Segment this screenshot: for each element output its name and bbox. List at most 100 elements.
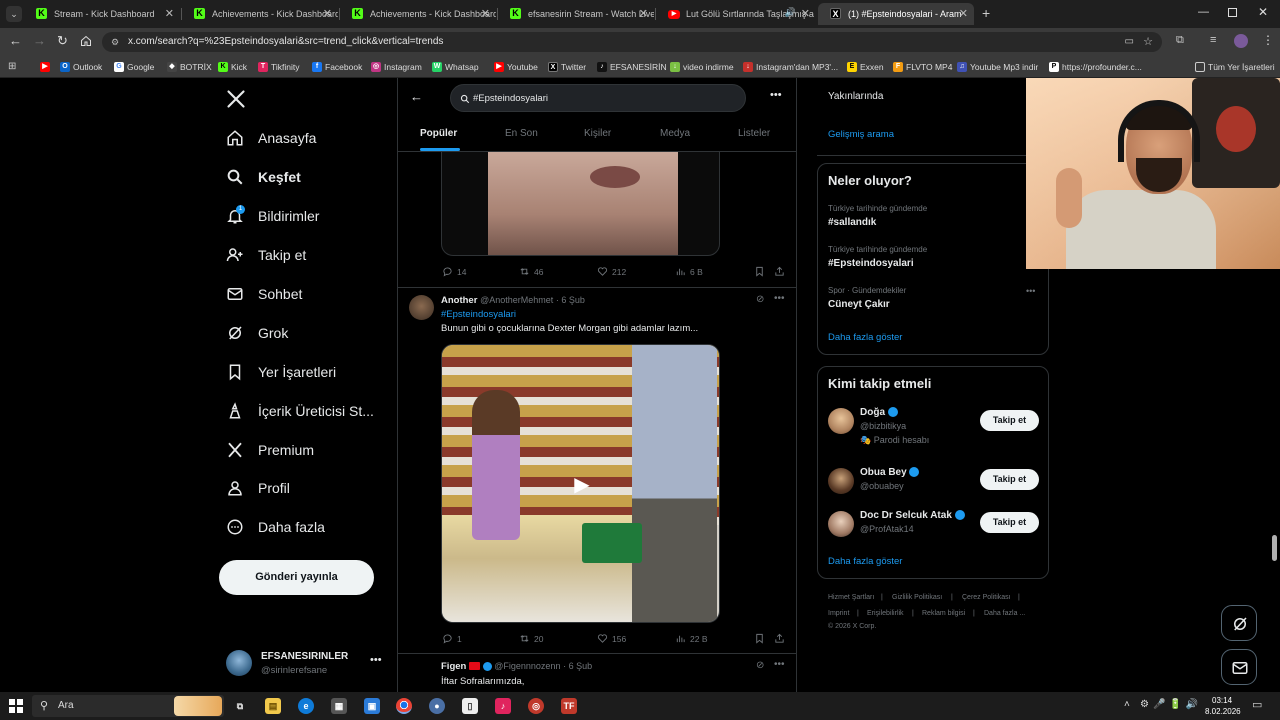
grok-icon[interactable]: ⊘	[756, 660, 764, 671]
footer-link[interactable]: Daha fazla ...	[984, 610, 1025, 617]
trend-item[interactable]: Türkiye tarihinde gündemde #Epsteindosya…	[818, 241, 1050, 277]
clock-time[interactable]: 03:14	[1212, 696, 1232, 705]
close-icon[interactable]: ✕	[323, 7, 332, 20]
bookmark-item[interactable]: K Kick	[218, 60, 247, 74]
home-browser-icon[interactable]	[80, 34, 92, 46]
follow-suggestion[interactable]: Obua Bey @obuabey Takip et	[818, 463, 1050, 503]
footer-link[interactable]: Reklam bilgisi	[922, 610, 965, 617]
follow-button[interactable]: Takip et	[980, 512, 1039, 533]
address-bar[interactable]: ⚙ x.com/search?q=%23Epsteindosyalari&src…	[102, 32, 1162, 52]
close-icon[interactable]: ✕	[165, 7, 174, 20]
show-more-trends[interactable]: Daha fazla göster	[828, 332, 902, 343]
footer-link[interactable]: Çerez Politikası	[962, 594, 1011, 601]
grok-float-button[interactable]	[1221, 605, 1257, 641]
bookmark-item[interactable]: ♫ Youtube Mp3 indir	[957, 60, 1038, 74]
follow-suggestion[interactable]: Doc Dr Selcuk Atak @ProfAtak14 Takip et	[818, 507, 1050, 547]
search-input[interactable]: #Epsteindosyalari	[450, 84, 746, 112]
messages-float-button[interactable]	[1221, 649, 1257, 685]
profile-avatar[interactable]	[1234, 34, 1248, 48]
author-handle[interactable]: @Figennnozenn	[494, 661, 560, 671]
minimize-icon[interactable]: —	[1198, 6, 1209, 18]
tab-list-icon[interactable]: ≡	[1210, 34, 1216, 46]
bookmark-item[interactable]: E Exxen	[847, 60, 884, 74]
nav-creator-studio[interactable]: İçerik Üreticisi St...	[226, 396, 374, 426]
footer-link[interactable]: Hizmet Şartları	[828, 594, 874, 601]
author-handle[interactable]: @AnotherMehmet	[480, 295, 553, 305]
views-button[interactable]: 22 B	[675, 633, 708, 644]
app-icon[interactable]: ●	[429, 698, 445, 714]
reload-icon[interactable]: ↻	[57, 33, 68, 49]
apps-icon[interactable]: ⊞	[8, 61, 16, 72]
cast-icon[interactable]: ▭	[1125, 32, 1134, 52]
edge-icon[interactable]: e	[298, 698, 314, 714]
bookmark-item[interactable]: F FLVTO MP4	[893, 60, 952, 74]
tiktok-icon[interactable]: ♪	[495, 698, 511, 714]
tikfinity-icon[interactable]: TF	[561, 698, 577, 714]
like-button[interactable]: 212	[597, 266, 626, 277]
location-filter-partial[interactable]: Yakınlarında	[828, 91, 883, 102]
tray-chevron-icon[interactable]: ˄	[1124, 699, 1130, 710]
notifications-icon[interactable]: ▭	[1252, 698, 1262, 711]
author-name[interactable]: Figen	[441, 661, 466, 672]
clock-date[interactable]: 8.02.2026	[1205, 707, 1241, 716]
hashtag-link[interactable]: #Epsteindosyalari	[441, 309, 516, 320]
bookmark-item[interactable]: ◆ BOTRİX	[167, 60, 212, 74]
tray-icons[interactable]: ⚙🎤🔋🔊	[1140, 699, 1202, 710]
back-icon[interactable]: ←	[410, 89, 423, 104]
retweet-button[interactable]: 46	[519, 266, 543, 277]
close-window-icon[interactable]: ✕	[1258, 5, 1268, 19]
close-icon[interactable]: ✕	[801, 7, 810, 20]
app-icon[interactable]: ◎	[528, 698, 544, 714]
tweet[interactable]: Figen @Figennnozenn · 6 Şub ⊘ ••• İftar …	[398, 654, 796, 692]
more-icon[interactable]: •••	[1026, 286, 1035, 296]
browser-tab[interactable]: K Achievements - Kick Dashboard ✕	[182, 3, 338, 25]
windows-start-icon[interactable]	[9, 699, 23, 713]
more-icon[interactable]: •••	[770, 89, 782, 101]
reply-button[interactable]: 1	[442, 633, 462, 644]
star-icon[interactable]: ☆	[1143, 32, 1153, 52]
nav-home[interactable]: Anasayfa	[226, 123, 316, 153]
grok-icon[interactable]: ⊘	[756, 294, 764, 305]
nav-profile[interactable]: Profil	[226, 473, 290, 503]
browser-tab[interactable]: K Stream - Kick Dashboard ✕	[24, 3, 180, 25]
tab-lists[interactable]: Listeler	[738, 128, 770, 139]
author-name[interactable]: Another	[441, 295, 477, 306]
browser-tab[interactable]: K efsanesirin Stream - Watch Live ✕	[498, 3, 654, 25]
all-bookmarks[interactable]: Tüm Yer İşaretleri	[1195, 60, 1275, 74]
x-logo-icon[interactable]	[226, 89, 246, 109]
extensions-icon[interactable]: ⧉	[1176, 34, 1184, 47]
nav-more[interactable]: Daha fazla	[226, 512, 325, 542]
back-icon[interactable]: ←	[9, 33, 22, 48]
bookmark-item[interactable]: ♪ EFSANESİRİN	[597, 60, 667, 74]
bookmark-item[interactable]: O Outlook	[60, 60, 102, 74]
site-info-icon[interactable]: ⚙	[111, 32, 119, 52]
app-icon[interactable]: ▣	[364, 698, 380, 714]
advanced-search-link[interactable]: Gelişmiş arama	[828, 129, 894, 140]
bookmark-item[interactable]: ↓ Instagram'dan MP3'...	[743, 60, 838, 74]
more-icon[interactable]: •••	[370, 654, 382, 666]
footer-link[interactable]: Erişilebilirlik	[867, 610, 904, 617]
tweet-video[interactable]: ▶	[441, 344, 720, 623]
forward-icon[interactable]: →	[33, 33, 46, 48]
tweet-date[interactable]: · 6 Şub	[556, 295, 585, 305]
bookmark-item[interactable]: ↓ video indirme	[670, 60, 734, 74]
trend-item[interactable]: Türkiye tarihinde gündemde #sallandık	[818, 200, 1050, 236]
bookmark-item[interactable]: ◎ Instagram	[371, 60, 422, 74]
tweet[interactable]: Another @AnotherMehmet · 6 Şub ⊘ ••• #Ep…	[398, 288, 796, 653]
bookmark-item[interactable]: T Tikfinity	[258, 60, 300, 74]
bookmark-item[interactable]: X Twitter	[548, 60, 586, 74]
retweet-button[interactable]: 20	[519, 633, 543, 644]
page-scrollbar[interactable]	[1272, 535, 1277, 561]
avatar[interactable]	[409, 295, 434, 320]
share-button[interactable]	[774, 633, 789, 644]
chrome-icon[interactable]	[396, 698, 412, 714]
browser-tab[interactable]: K Achievements - Kick Dashboard ✕	[340, 3, 496, 25]
like-button[interactable]: 156	[597, 633, 626, 644]
footer-link[interactable]: Gizlilik Politikası	[892, 594, 942, 601]
task-view-icon[interactable]: ⧉	[232, 698, 248, 714]
browser-tab-active[interactable]: X (1) #Epsteindosyalari - Aram ✕	[818, 3, 974, 25]
nav-bookmarks[interactable]: Yer İşaretleri	[226, 357, 336, 387]
file-explorer-icon[interactable]: ▤	[265, 698, 281, 714]
more-icon[interactable]: •••	[774, 659, 785, 670]
footer-link[interactable]: Imprint	[828, 610, 849, 617]
